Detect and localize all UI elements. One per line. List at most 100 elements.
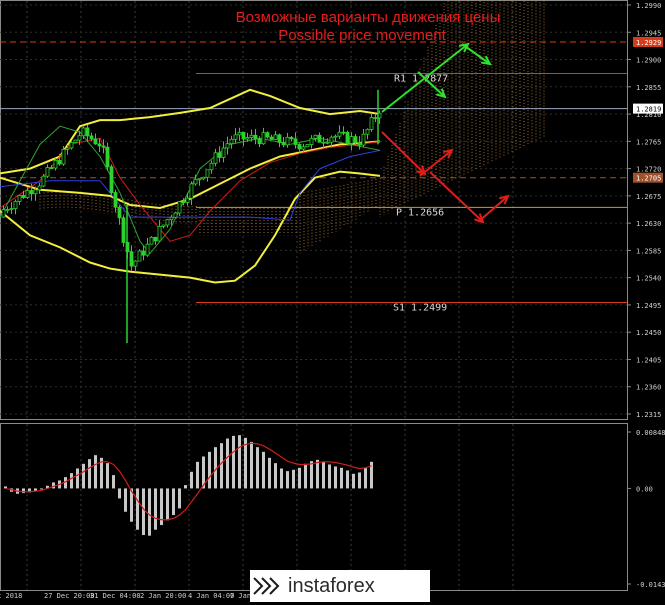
macd-bar bbox=[310, 461, 313, 489]
macd-bar bbox=[304, 463, 307, 489]
time-axis-label: 27 Dec 20:00 bbox=[44, 592, 95, 600]
candle-body bbox=[233, 134, 238, 140]
candle-body bbox=[309, 138, 314, 145]
price-tick-label: 1.2405 bbox=[636, 356, 661, 364]
macd-indicator: 0.00848 0.00 -0.01436 bbox=[4, 429, 665, 589]
macd-bar bbox=[322, 461, 325, 489]
candle-body bbox=[105, 146, 110, 168]
candle-body bbox=[213, 152, 218, 164]
candle-body bbox=[165, 219, 170, 226]
arrow-down-main bbox=[381, 131, 426, 175]
candle-body bbox=[117, 206, 122, 219]
macd-bar bbox=[166, 488, 169, 521]
candle-body bbox=[305, 144, 310, 148]
candle-body bbox=[189, 183, 194, 199]
candle-body bbox=[365, 128, 370, 135]
chart-subtitle: Possible price movement bbox=[278, 27, 446, 44]
candle-body bbox=[121, 217, 126, 243]
macd-bar bbox=[268, 457, 271, 489]
candle-body bbox=[297, 144, 302, 150]
candle-body bbox=[325, 141, 330, 144]
macd-bar bbox=[148, 488, 151, 536]
price-tick-label: 1.2900 bbox=[636, 57, 661, 65]
chart-screenshot: R1 1.2877 P 1.2656 S1 1.2499 0.00848 0.00 -0… bbox=[0, 0, 665, 605]
candle-body bbox=[29, 190, 34, 195]
macd-panel-frame bbox=[0, 423, 628, 591]
macd-tick-label: 0.00 bbox=[636, 485, 653, 493]
candle-body bbox=[173, 212, 178, 218]
macd-bar bbox=[178, 488, 181, 509]
macd-bar bbox=[358, 472, 361, 489]
macd-bar bbox=[256, 447, 259, 489]
candle-body bbox=[321, 141, 326, 144]
macd-bar bbox=[52, 482, 55, 489]
candle-body bbox=[37, 185, 42, 191]
macd-bar bbox=[124, 488, 127, 512]
candle-body bbox=[69, 142, 74, 149]
macd-bar bbox=[94, 455, 97, 489]
time-axis-label: 7 Jan bbox=[230, 592, 251, 600]
macd-bar bbox=[190, 471, 193, 489]
macd-bar bbox=[106, 463, 109, 489]
macd-bar bbox=[340, 467, 343, 489]
candle-body bbox=[193, 178, 198, 185]
candle-body bbox=[341, 131, 346, 134]
price-tick-label: 1.2450 bbox=[636, 329, 661, 337]
macd-bar bbox=[70, 473, 73, 489]
candle-body bbox=[269, 136, 274, 140]
candle-body bbox=[73, 139, 78, 143]
macd-bar bbox=[286, 471, 289, 489]
price-tick-label: 1.2315 bbox=[636, 411, 661, 419]
macd-bar bbox=[280, 468, 283, 489]
time-axis-label: 31 Dec 04:00 bbox=[90, 592, 141, 600]
macd-bar bbox=[208, 451, 211, 489]
level-label-P: P 1.2656 bbox=[396, 207, 444, 218]
macd-bar bbox=[118, 488, 121, 499]
marker-1-2929-label: 1.2929 bbox=[636, 39, 661, 47]
candle-body bbox=[25, 190, 30, 198]
candle-body bbox=[273, 134, 278, 140]
candle-body bbox=[221, 147, 226, 158]
macd-bar bbox=[112, 475, 115, 489]
candle-body bbox=[21, 195, 26, 198]
price-tick-label: 1.2360 bbox=[636, 384, 661, 392]
arrow-down-rebound bbox=[477, 195, 509, 223]
macd-bar bbox=[142, 488, 145, 536]
candle-body bbox=[313, 134, 318, 139]
candle-body bbox=[329, 136, 334, 143]
candle-body bbox=[153, 236, 158, 242]
candle-body bbox=[333, 135, 338, 138]
candle-body bbox=[217, 152, 222, 158]
macd-bar bbox=[262, 451, 265, 489]
macd-bar bbox=[220, 443, 223, 489]
forecast-arrows bbox=[381, 42, 510, 224]
candle-body bbox=[209, 162, 214, 171]
macd-bar bbox=[364, 467, 367, 489]
time-axis-label: 27 Dec 2018 bbox=[0, 592, 22, 600]
macd-bar bbox=[82, 463, 85, 489]
level-label-S1: S1 1.2499 bbox=[393, 303, 447, 314]
macd-bar bbox=[250, 441, 253, 489]
candle-body bbox=[101, 145, 106, 148]
macd-bar bbox=[196, 461, 199, 489]
candle-body bbox=[265, 132, 270, 138]
candle-body bbox=[149, 236, 154, 245]
macd-bar bbox=[298, 467, 301, 489]
candle-body bbox=[205, 169, 210, 178]
candle-body bbox=[249, 134, 254, 139]
candle-body bbox=[349, 136, 354, 144]
price-axis: 1.29901.29451.29001.28551.28101.27651.27… bbox=[0, 2, 663, 600]
macd-bar bbox=[76, 468, 79, 489]
price-tick-label: 1.2585 bbox=[636, 247, 661, 255]
macd-tick-label: 0.00848 bbox=[636, 429, 665, 437]
marker-1-2705-label: 1.2705 bbox=[636, 175, 661, 183]
candle-body bbox=[17, 195, 22, 202]
horizontal-levels: R1 1.2877P 1.2656S1 1.2499 bbox=[0, 41, 627, 314]
candle-body bbox=[245, 137, 250, 140]
chart-title: Возможные варианты движения цены bbox=[236, 9, 501, 26]
candle-body bbox=[45, 167, 50, 177]
macd-bar bbox=[88, 459, 91, 489]
candle-body bbox=[353, 136, 358, 144]
candle-body bbox=[145, 243, 150, 256]
current-price-label: 1.2819 bbox=[636, 106, 661, 114]
